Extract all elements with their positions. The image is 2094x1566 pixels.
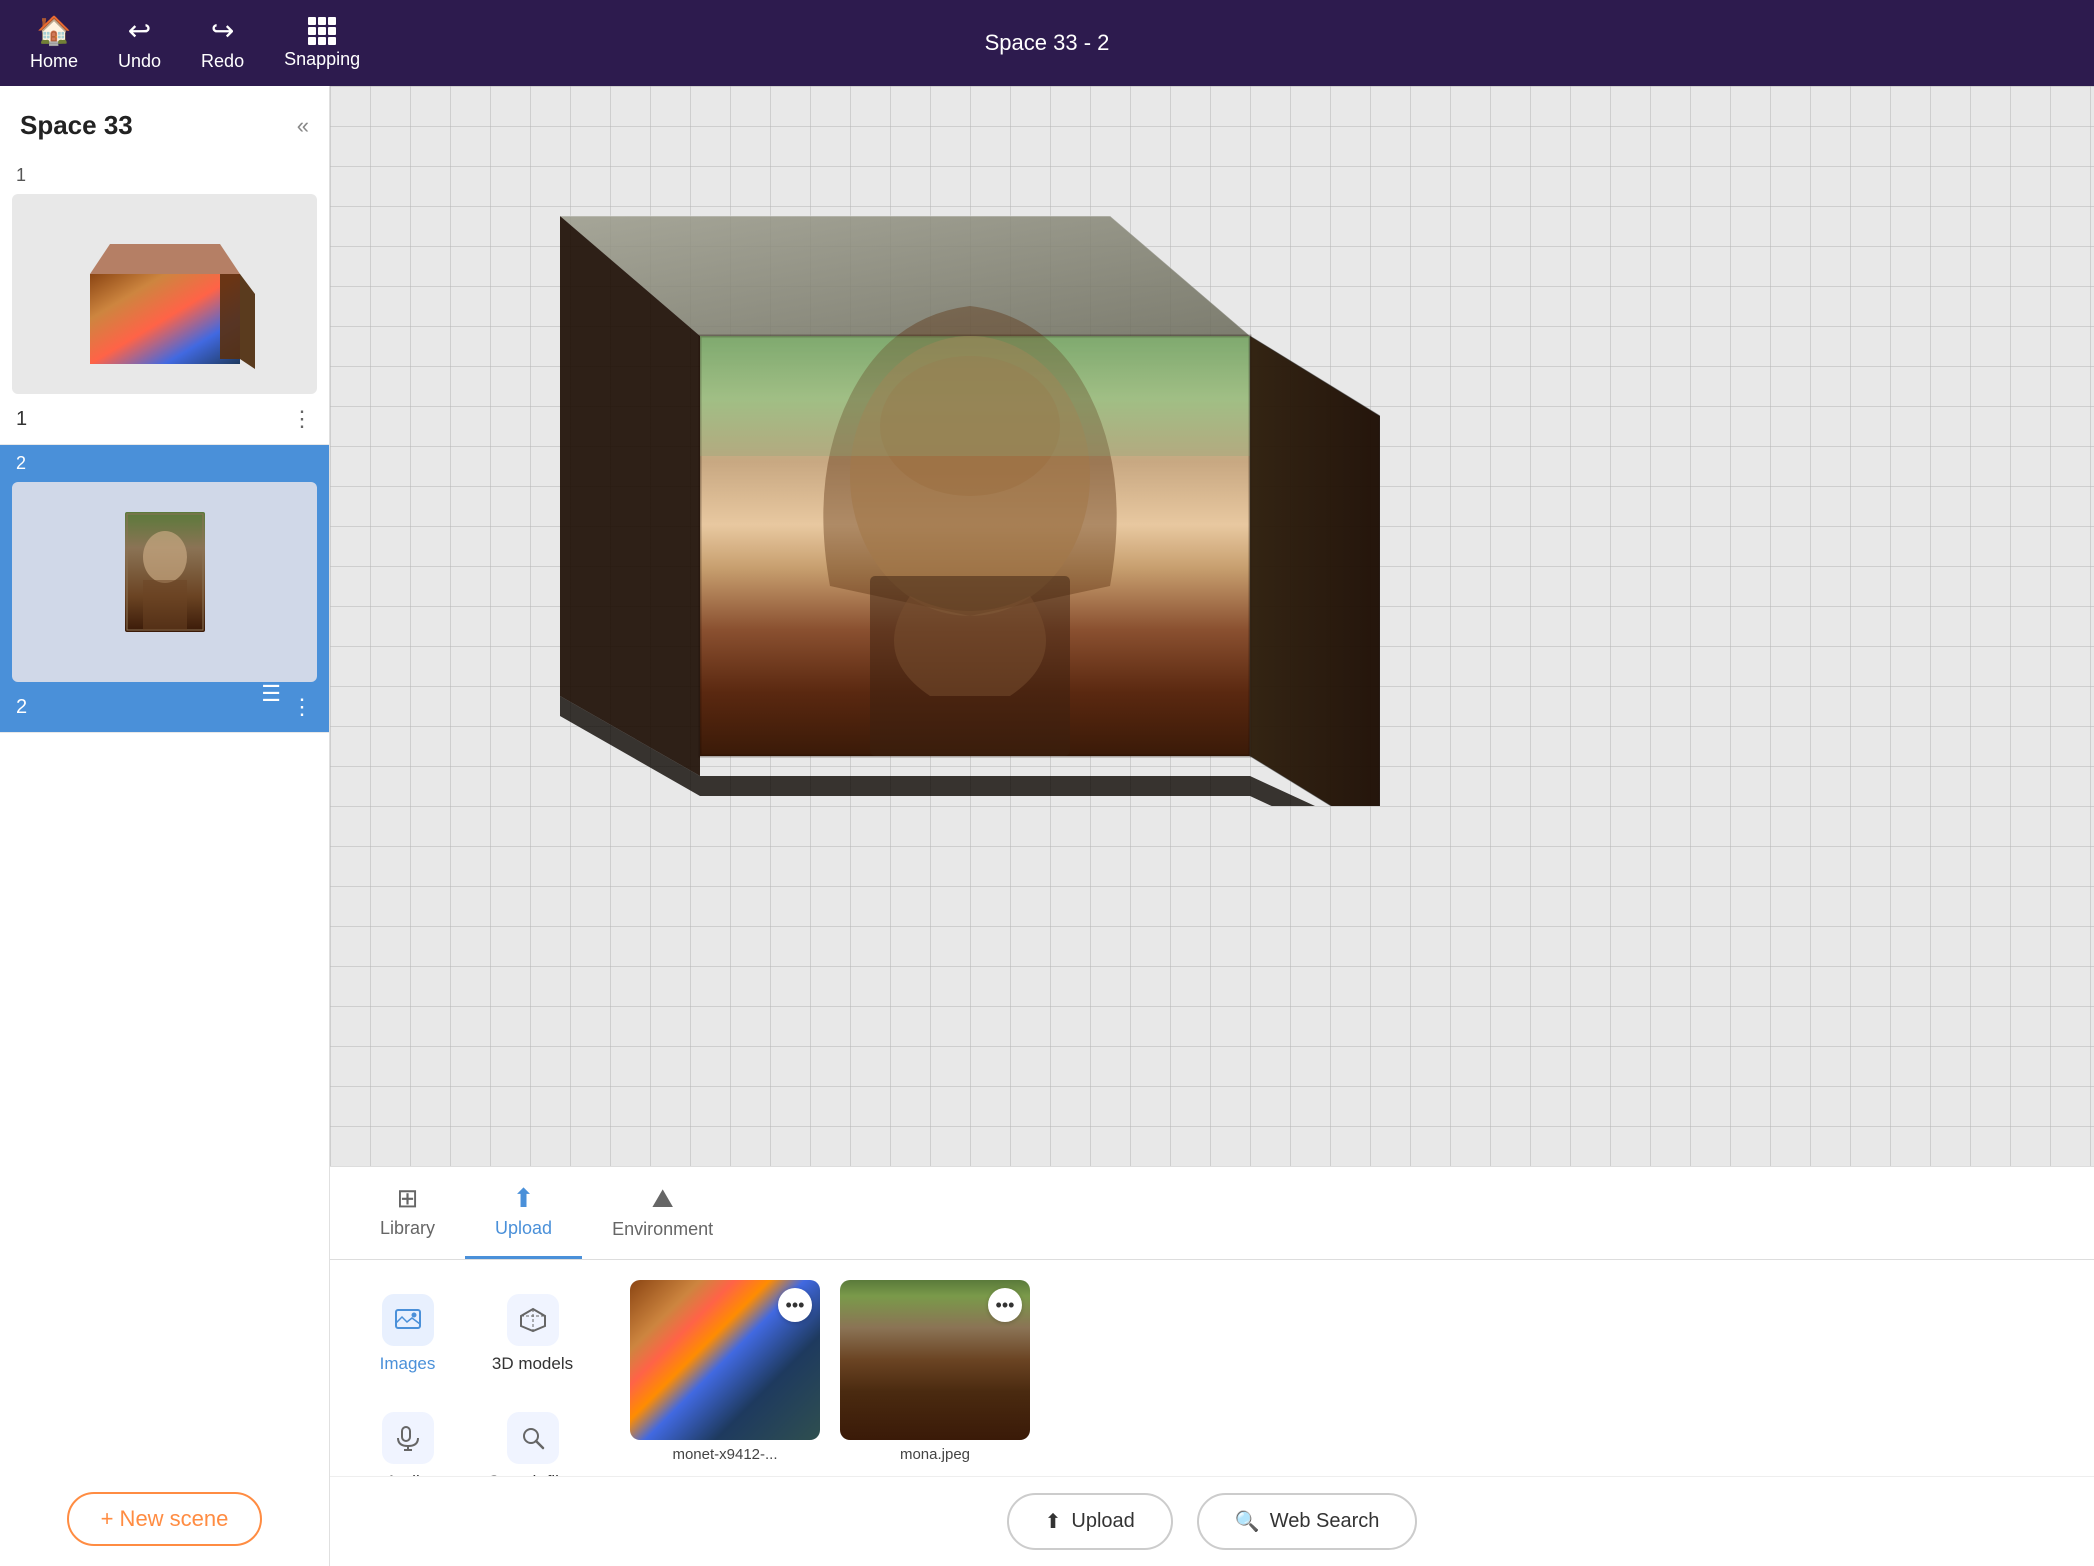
- redo-label: Redo: [201, 51, 244, 72]
- snapping-button[interactable]: Snapping: [284, 17, 360, 70]
- redo-icon: ↪: [211, 14, 234, 47]
- tab-environment-label: Environment: [612, 1219, 713, 1240]
- scene1-label: 1: [16, 408, 27, 431]
- 3d-models-icon: [507, 1294, 559, 1346]
- images-label: Images: [380, 1354, 436, 1374]
- upload-label: Upload: [1071, 1510, 1134, 1533]
- action-bar: ⬆ Upload 🔍 Web Search: [330, 1476, 2094, 1566]
- upload-button[interactable]: ⬆ Upload: [1007, 1493, 1173, 1550]
- web-search-icon: 🔍: [1235, 1509, 1260, 1534]
- category-audio[interactable]: Audio: [350, 1398, 465, 1476]
- tab-upload-label: Upload: [495, 1218, 552, 1239]
- snapping-label: Snapping: [284, 49, 360, 70]
- web-search-button[interactable]: 🔍 Web Search: [1197, 1493, 1418, 1550]
- scene2-label: 2: [16, 696, 27, 719]
- category-3d-models[interactable]: 3D models: [475, 1280, 590, 1388]
- environment-icon: ⛰: [652, 1183, 674, 1215]
- main-layout: Space 33 « 1: [0, 86, 2094, 1566]
- upload-icon: ⬆: [513, 1183, 535, 1214]
- scene-thumbnail-1: [12, 194, 317, 394]
- undo-button[interactable]: ↩ Undo: [118, 14, 161, 72]
- home-label: Home: [30, 51, 78, 72]
- panel-content: Images 3D models: [330, 1260, 2094, 1476]
- collapse-sidebar-button[interactable]: «: [297, 113, 309, 139]
- redo-button[interactable]: ↪ Redo: [201, 14, 244, 72]
- files-area: ••• monet-x9412-... ••• mona.jpeg: [610, 1260, 2094, 1476]
- scene-list-view-icon: ☰: [261, 681, 281, 707]
- undo-icon: ↩: [128, 14, 151, 47]
- search-files-icon: [507, 1412, 559, 1464]
- scene2-footer: 2 ☰ ⋮: [0, 686, 329, 732]
- header-nav: 🏠 Home ↩ Undo ↪ Redo Snapping: [30, 14, 360, 72]
- scene2-menu-button[interactable]: ⋮: [291, 694, 313, 720]
- scene-item-2[interactable]: 2: [0, 445, 329, 733]
- 3d-models-label: 3D models: [492, 1354, 573, 1374]
- app-title: Space 33 - 2: [985, 30, 1110, 56]
- tab-library-label: Library: [380, 1218, 435, 1239]
- tab-environment[interactable]: ⛰ Environment: [582, 1167, 743, 1259]
- snapping-icon: [308, 17, 336, 45]
- file-thumb-monet: •••: [630, 1280, 820, 1440]
- scene-item-1[interactable]: 1: [0, 157, 329, 445]
- scene-list: 1: [0, 157, 329, 1472]
- library-icon: ⊞: [397, 1183, 419, 1214]
- scene1-thumbnail-svg: [55, 204, 275, 384]
- scene2-thumbnail-svg: [55, 492, 275, 672]
- new-scene-button[interactable]: + New scene: [67, 1492, 263, 1546]
- sidebar: Space 33 « 1: [0, 86, 330, 1566]
- sidebar-header: Space 33 «: [0, 86, 329, 157]
- scene1-menu-button[interactable]: ⋮: [291, 406, 313, 432]
- undo-label: Undo: [118, 51, 161, 72]
- sidebar-title: Space 33: [20, 110, 133, 141]
- category-images[interactable]: Images: [350, 1280, 465, 1388]
- panel-tabs: ⊞ Library ⬆ Upload ⛰ Environment: [330, 1167, 2094, 1260]
- tab-upload[interactable]: ⬆ Upload: [465, 1167, 582, 1259]
- monet-more-button[interactable]: •••: [778, 1288, 812, 1322]
- mona-more-button[interactable]: •••: [988, 1288, 1022, 1322]
- monet-filename: monet-x9412-...: [630, 1446, 820, 1463]
- file-card-mona[interactable]: ••• mona.jpeg: [840, 1280, 1030, 1463]
- web-search-label: Web Search: [1270, 1510, 1380, 1533]
- scene-number-2: 2: [0, 445, 329, 478]
- tab-library[interactable]: ⊞ Library: [350, 1167, 465, 1259]
- mona-filename: mona.jpeg: [840, 1446, 1030, 1463]
- scene1-footer: 1 ⋮: [0, 398, 329, 444]
- scene-number-1: 1: [0, 157, 329, 190]
- category-search-files[interactable]: Search files: [475, 1398, 590, 1476]
- upload-arrow-icon: ⬆: [1045, 1509, 1062, 1534]
- scene-thumbnail-2: [12, 482, 317, 682]
- images-icon: [382, 1294, 434, 1346]
- category-panel: Images 3D models: [330, 1260, 610, 1476]
- home-button[interactable]: 🏠 Home: [30, 14, 78, 72]
- file-thumb-mona: •••: [840, 1280, 1030, 1440]
- audio-icon: [382, 1412, 434, 1464]
- app-header: 🏠 Home ↩ Undo ↪ Redo Snapping Space 33 -…: [0, 0, 2094, 86]
- bottom-panel: ⊞ Library ⬆ Upload ⛰ Environment: [330, 1166, 2094, 1566]
- home-icon: 🏠: [37, 14, 72, 47]
- canvas-viewport[interactable]: [330, 86, 2094, 1166]
- 3d-cube-scene: [430, 136, 1380, 806]
- file-card-monet[interactable]: ••• monet-x9412-...: [630, 1280, 820, 1463]
- canvas-area: ⊞ Library ⬆ Upload ⛰ Environment: [330, 86, 2094, 1566]
